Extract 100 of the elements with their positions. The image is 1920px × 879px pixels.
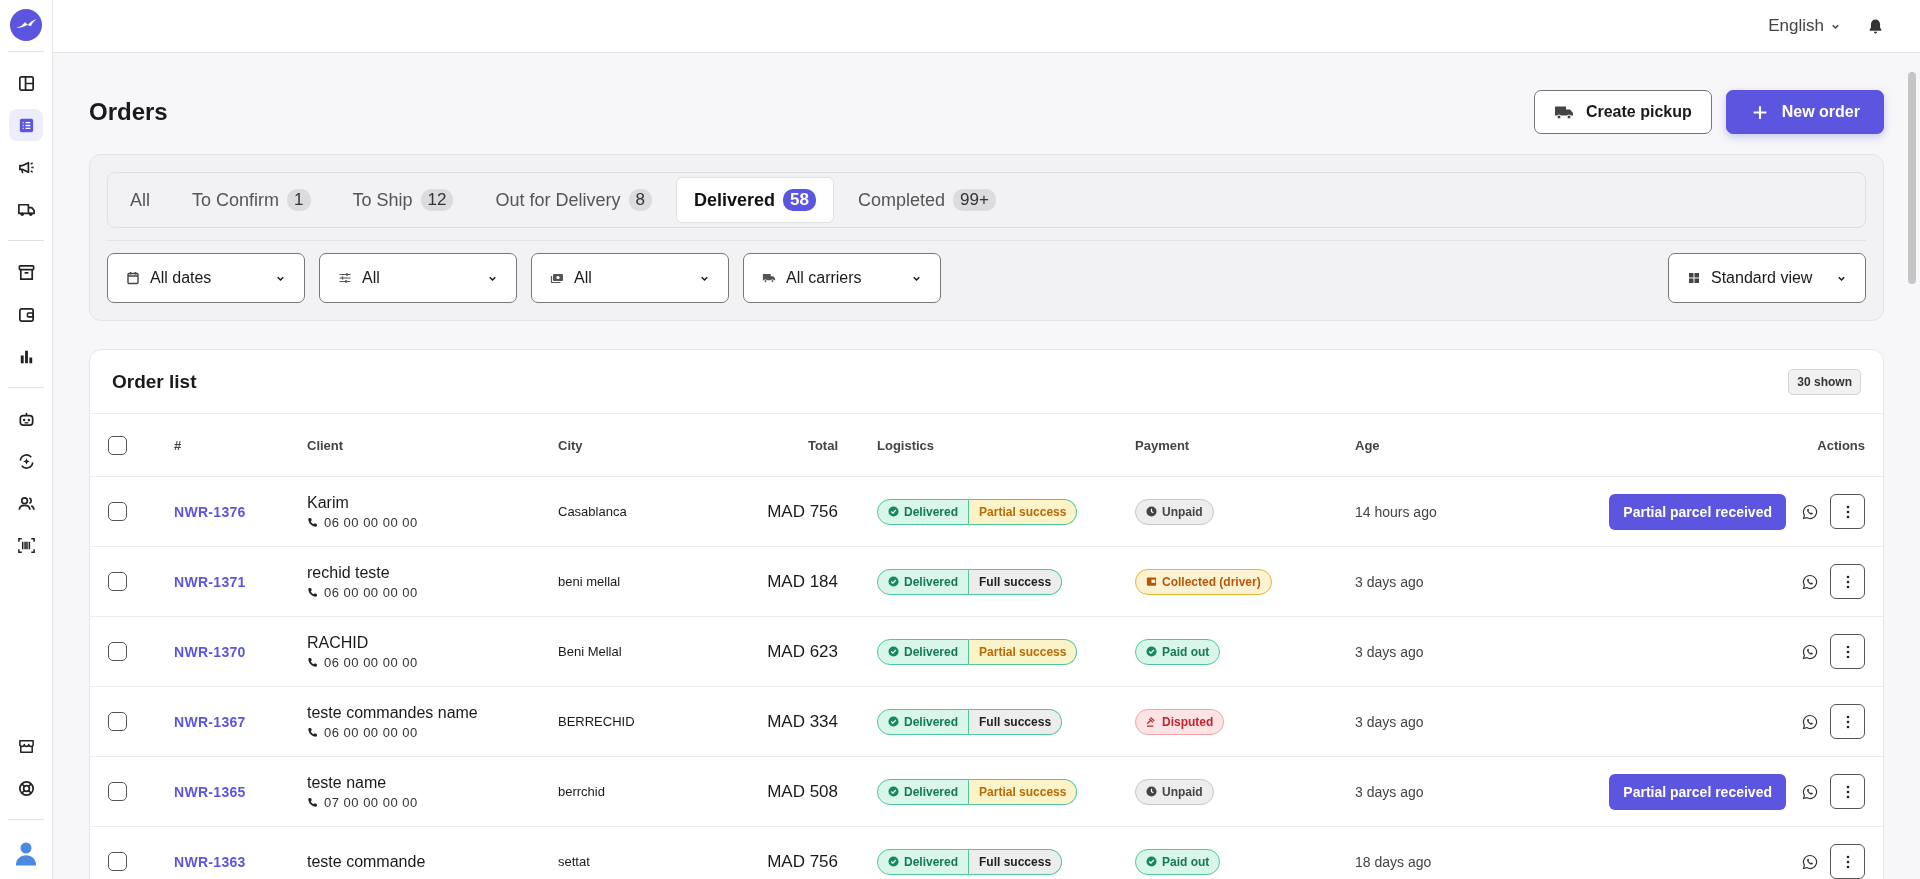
user-avatar-icon[interactable] (15, 840, 37, 867)
whatsapp-icon[interactable] (1802, 783, 1818, 800)
lifebuoy-icon (16, 778, 36, 798)
more-options-button[interactable] (1830, 704, 1865, 739)
partial-parcel-button[interactable]: Partial parcel received (1609, 493, 1786, 530)
city-cell-text: Beni Mellal (558, 644, 623, 659)
kebab-menu-icon (1845, 504, 1850, 519)
kebab-menu-icon (1845, 784, 1850, 799)
clock-icon (1146, 786, 1157, 797)
outcome-badge: Full success (969, 708, 1063, 735)
phone-number: 06 00 00 00 00 (324, 724, 418, 740)
phone-icon (307, 726, 318, 738)
order-id-link[interactable]: NWR-1376 (174, 503, 307, 520)
tab-count: 8 (628, 189, 652, 211)
check-circle-icon (888, 716, 899, 727)
scrollbar[interactable] (1908, 72, 1916, 284)
partial-parcel-button[interactable]: Partial parcel received (1609, 773, 1786, 810)
count-badge: 30 shown (1788, 368, 1861, 395)
create-pickup-button[interactable]: Create pickup (1533, 90, 1712, 134)
order-row[interactable]: NWR-1370 RACHID 06 00 00 00 00 Beni Mellal MAD 623 Delivered Partial success Paid out 3 days ago (90, 617, 1883, 687)
client-name: RACHID (307, 633, 370, 652)
status-tab[interactable]: All (112, 177, 168, 223)
order-id-link[interactable]: NWR-1371 (174, 573, 307, 590)
filter-dropdown[interactable]: All dates (107, 253, 305, 303)
card-title: Order list (112, 370, 197, 393)
truck-icon (762, 271, 776, 285)
row-checkbox[interactable] (108, 502, 127, 521)
phone-number: 07 00 00 00 00 (324, 794, 418, 810)
column-header: # (174, 437, 183, 453)
total-cell-text: MAD 623 (766, 641, 838, 662)
status-tab[interactable]: Out for Delivery 8 (477, 177, 670, 223)
payment-badge: Paid out (1135, 848, 1221, 875)
filter-dropdown[interactable]: All (531, 253, 729, 303)
city-cell-text: Casablanca (558, 504, 628, 519)
outcome-badge: Partial success (969, 498, 1078, 525)
order-id-link[interactable]: NWR-1367 (174, 713, 307, 730)
more-options-button[interactable] (1830, 494, 1865, 529)
status-tab[interactable]: To Ship 12 (334, 177, 472, 223)
banknote-icon (550, 271, 564, 285)
whatsapp-icon[interactable] (1802, 503, 1818, 520)
select-all-checkbox[interactable] (108, 435, 127, 455)
bird-logo-icon[interactable] (10, 9, 42, 41)
order-row[interactable]: NWR-1371 rechid teste 06 00 00 00 00 beni mellal MAD 184 Delivered Full success Collected (driver) 3 days ago (90, 547, 1883, 617)
row-checkbox[interactable] (108, 712, 127, 731)
more-options-button[interactable] (1830, 774, 1865, 809)
kebab-menu-icon (1845, 574, 1850, 589)
check-circle-icon (888, 786, 899, 797)
order-id-link[interactable]: NWR-1370 (174, 643, 307, 660)
city-cell-text: beni mellal (558, 574, 622, 589)
age-cell-text: 3 days ago (1355, 643, 1425, 660)
status-tab[interactable]: Delivered 58 (676, 177, 834, 223)
bell-icon[interactable] (1867, 17, 1884, 35)
check-circle-icon (888, 646, 899, 657)
more-options-button[interactable] (1830, 634, 1865, 669)
check-circle-icon (1146, 646, 1157, 657)
row-checkbox[interactable] (108, 852, 127, 871)
row-checkbox[interactable] (108, 572, 127, 591)
whatsapp-icon[interactable] (1802, 713, 1818, 730)
grid-icon (1687, 271, 1701, 285)
order-row[interactable]: NWR-1363 teste commande settat MAD 756 Delivered Full success Paid out 18 days ago (90, 827, 1883, 879)
age-cell-text: 3 days ago (1355, 783, 1425, 800)
payment-badge: Unpaid (1135, 498, 1214, 525)
status-tab[interactable]: Completed 99+ (839, 177, 1014, 223)
total-cell-text: MAD 334 (766, 711, 838, 732)
kebab-menu-icon (1845, 714, 1850, 729)
whatsapp-icon[interactable] (1802, 853, 1818, 870)
row-checkbox[interactable] (108, 782, 127, 801)
payment-badge: Collected (driver) (1135, 568, 1272, 595)
order-row[interactable]: NWR-1376 Karim 06 00 00 00 00 Casablanca MAD 756 Delivered Partial success Unpaid 14 hours ago Partial parcel received (90, 477, 1883, 547)
view-select[interactable]: Standard view (1668, 253, 1866, 303)
order-row[interactable]: NWR-1367 teste commandes name 06 00 00 00 00 BERRECHID MAD 334 Delivered Full success Disputed 3 days ago (90, 687, 1883, 757)
page-title: Orders (89, 98, 168, 126)
client-name: Karim (307, 493, 350, 512)
whatsapp-icon[interactable] (1802, 643, 1818, 660)
whatsapp-icon[interactable] (1802, 573, 1818, 590)
status-tab[interactable]: To Confirm 1 (174, 177, 329, 223)
language-select[interactable]: English (1768, 16, 1841, 36)
client-name: teste name (307, 773, 388, 792)
row-checkbox[interactable] (108, 642, 127, 661)
column-header: Logistics (876, 437, 936, 453)
column-header: Total (806, 437, 838, 453)
outcome-badge: Full success (969, 568, 1063, 595)
column-header: City (558, 437, 584, 453)
city-cell-text: berrchid (558, 784, 606, 799)
order-row[interactable]: NWR-1365 teste name 07 00 00 00 00 berrchid MAD 508 Delivered Partial success Unpaid 3 days ago Partial parcel received (90, 757, 1883, 827)
wallet-icon (1146, 576, 1157, 587)
sliders-icon (338, 271, 352, 285)
more-options-button[interactable] (1830, 564, 1865, 599)
filter-dropdown[interactable]: All carriers (743, 253, 941, 303)
order-id-link[interactable]: NWR-1365 (174, 783, 307, 800)
column-header: Client (307, 437, 345, 453)
more-options-button[interactable] (1830, 844, 1865, 879)
tab-count: 58 (783, 189, 816, 211)
outcome-badge: Full success (969, 848, 1063, 875)
new-order-button[interactable]: New order (1725, 90, 1884, 134)
order-id-link[interactable]: NWR-1363 (174, 853, 307, 870)
filter-dropdown[interactable]: All (319, 253, 517, 303)
calendar-icon (126, 271, 140, 285)
city-cell-text: settat (558, 854, 591, 869)
delivery-status-badge: Delivered (877, 848, 970, 875)
